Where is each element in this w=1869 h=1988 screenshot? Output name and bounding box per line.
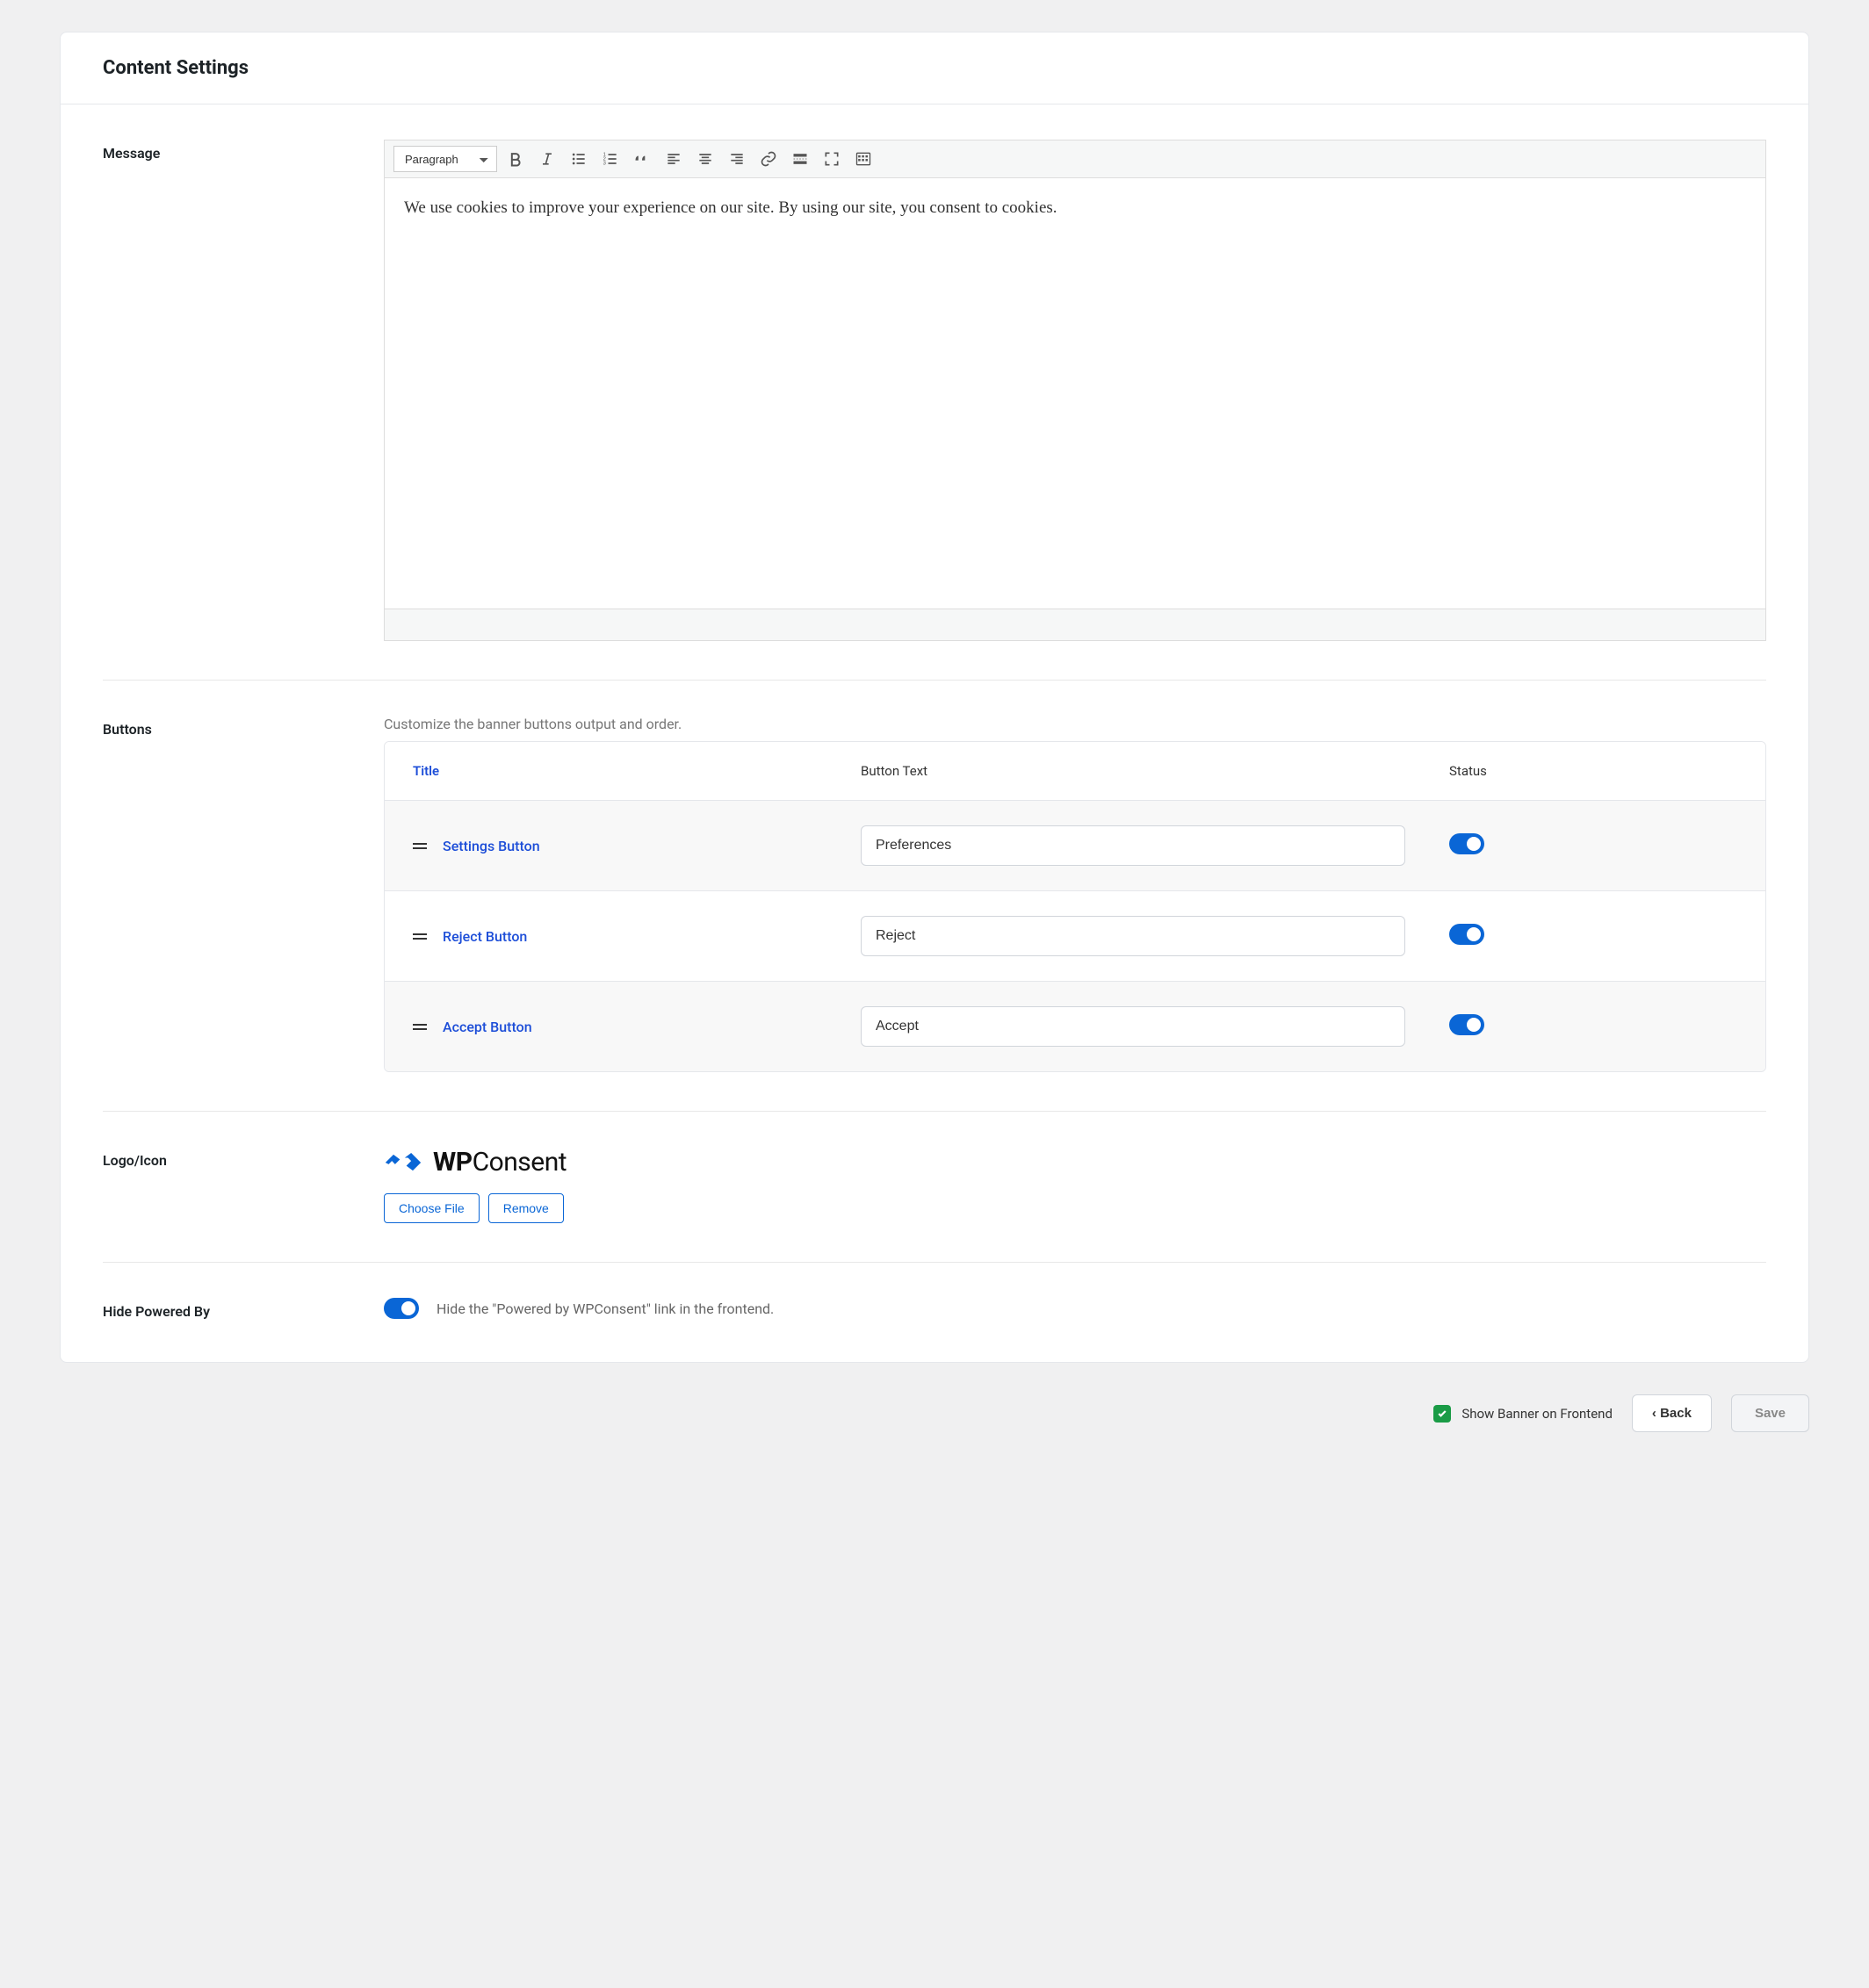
remove-file-button[interactable]: Remove bbox=[488, 1193, 564, 1223]
button-text-input[interactable] bbox=[861, 916, 1405, 956]
show-banner-checkbox[interactable]: Show Banner on Frontend bbox=[1433, 1405, 1613, 1423]
buttons-helper-text: Customize the banner buttons output and … bbox=[384, 716, 1766, 732]
buttons-table: Title Button Text Status Settings Button bbox=[384, 741, 1766, 1072]
hide-powered-desc: Hide the "Powered by WPConsent" link in … bbox=[437, 1300, 774, 1317]
drag-handle-icon[interactable] bbox=[413, 933, 427, 940]
read-more-icon[interactable] bbox=[787, 146, 813, 172]
align-left-icon[interactable] bbox=[660, 146, 687, 172]
italic-icon[interactable] bbox=[534, 146, 560, 172]
link-icon[interactable] bbox=[755, 146, 782, 172]
logo-text: WPConsent bbox=[433, 1147, 566, 1178]
hide-powered-toggle[interactable] bbox=[384, 1298, 419, 1319]
editor-toolbar: Paragraph 123 bbox=[385, 140, 1765, 178]
row-title[interactable]: Reject Button bbox=[443, 928, 527, 945]
status-toggle[interactable] bbox=[1449, 833, 1484, 854]
checkbox-checked-icon bbox=[1433, 1405, 1451, 1423]
back-button[interactable]: ‹ Back bbox=[1632, 1394, 1712, 1432]
table-row: Reject Button bbox=[385, 891, 1765, 982]
label-logo: Logo/Icon bbox=[103, 1147, 384, 1223]
setting-row-message: Message Paragraph bbox=[103, 140, 1766, 681]
numbered-list-icon[interactable]: 123 bbox=[597, 146, 624, 172]
content-settings-card: Content Settings Message Paragraph bbox=[60, 32, 1809, 1363]
toolbar-toggle-icon[interactable] bbox=[850, 146, 877, 172]
logo-mark-icon bbox=[384, 1148, 422, 1178]
col-header-title[interactable]: Title bbox=[413, 763, 861, 779]
choose-file-button[interactable]: Choose File bbox=[384, 1193, 480, 1223]
drag-handle-icon[interactable] bbox=[413, 843, 427, 849]
status-toggle[interactable] bbox=[1449, 924, 1484, 945]
bold-icon[interactable] bbox=[502, 146, 529, 172]
bullet-list-icon[interactable] bbox=[566, 146, 592, 172]
save-button[interactable]: Save bbox=[1731, 1394, 1809, 1432]
label-hide-powered: Hide Powered By bbox=[103, 1298, 384, 1320]
align-center-icon[interactable] bbox=[692, 146, 718, 172]
row-title[interactable]: Settings Button bbox=[443, 838, 540, 854]
row-title[interactable]: Accept Button bbox=[443, 1019, 532, 1035]
chevron-left-icon: ‹ bbox=[1652, 1406, 1660, 1421]
buttons-table-head: Title Button Text Status bbox=[385, 742, 1765, 801]
setting-row-logo: Logo/Icon WPConsent Choose File Remove bbox=[103, 1147, 1766, 1263]
label-buttons: Buttons bbox=[103, 716, 384, 1072]
card-title: Content Settings bbox=[103, 57, 1766, 79]
button-text-input[interactable] bbox=[861, 825, 1405, 866]
format-select[interactable]: Paragraph bbox=[393, 146, 497, 172]
setting-row-buttons: Buttons Customize the banner buttons out… bbox=[103, 716, 1766, 1112]
label-message: Message bbox=[103, 140, 384, 641]
drag-handle-icon[interactable] bbox=[413, 1024, 427, 1030]
status-toggle[interactable] bbox=[1449, 1014, 1484, 1035]
setting-row-hide-powered: Hide Powered By Hide the "Powered by WPC… bbox=[103, 1298, 1766, 1320]
rich-text-editor: Paragraph 123 bbox=[384, 140, 1766, 641]
svg-text:3: 3 bbox=[603, 162, 606, 167]
page-footer: Show Banner on Frontend ‹ Back Save bbox=[60, 1394, 1809, 1432]
button-text-input[interactable] bbox=[861, 1006, 1405, 1047]
message-textarea[interactable]: We use cookies to improve your experienc… bbox=[385, 178, 1765, 609]
col-header-text: Button Text bbox=[861, 763, 1449, 779]
table-row: Settings Button bbox=[385, 801, 1765, 891]
align-right-icon[interactable] bbox=[724, 146, 750, 172]
editor-statusbar bbox=[385, 609, 1765, 640]
table-row: Accept Button bbox=[385, 982, 1765, 1071]
show-banner-label: Show Banner on Frontend bbox=[1461, 1406, 1613, 1422]
blockquote-icon[interactable] bbox=[629, 146, 655, 172]
col-header-status: Status bbox=[1449, 763, 1737, 779]
fullscreen-icon[interactable] bbox=[819, 146, 845, 172]
logo-preview: WPConsent bbox=[384, 1147, 1766, 1178]
card-header: Content Settings bbox=[61, 32, 1808, 104]
